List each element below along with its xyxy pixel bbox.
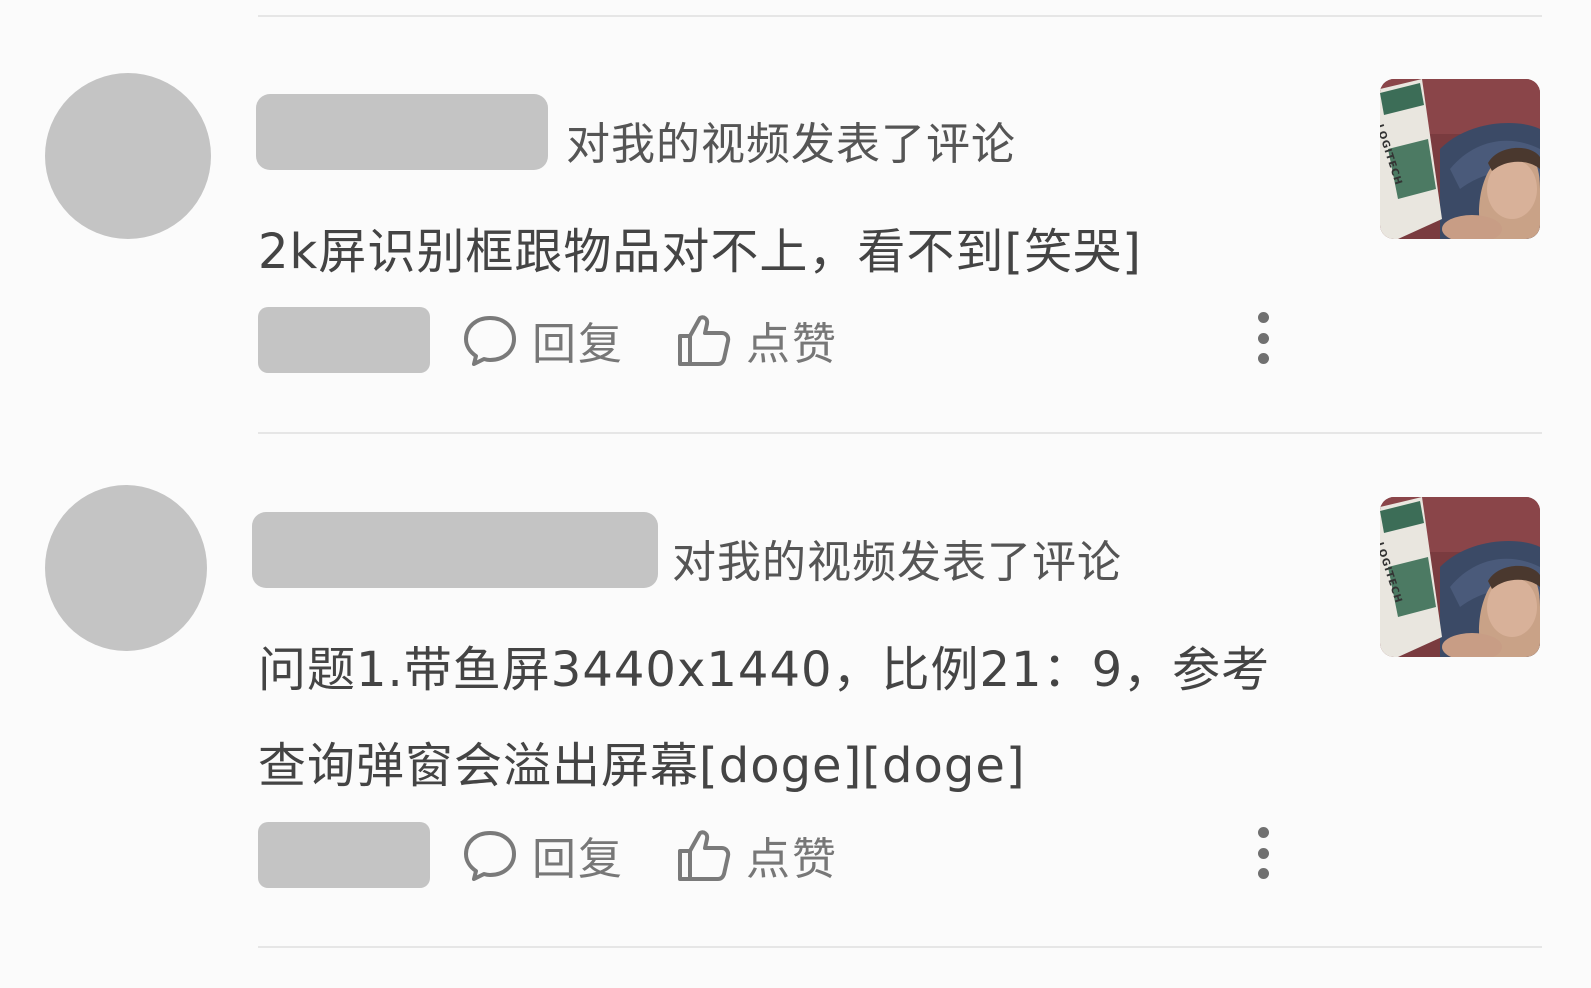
- timestamp-redacted: [258, 307, 430, 373]
- notification-item-1[interactable]: 对我的视频发表了评论 2k屏识别框跟物品对不上，看不到[笑哭] 回复 点赞 LO…: [0, 0, 1591, 440]
- comment-bubble-icon: [462, 827, 518, 883]
- like-button[interactable]: 点赞: [676, 823, 838, 887]
- username-redacted[interactable]: [256, 94, 548, 170]
- reply-button[interactable]: 回复: [462, 308, 624, 372]
- notification-item-2[interactable]: 对我的视频发表了评论 问题1.带鱼屏3440x1440，比例21：9，参考 查询…: [0, 440, 1591, 950]
- reply-label: 回复: [532, 834, 624, 885]
- username-redacted[interactable]: [252, 512, 658, 588]
- divider-bottom: [258, 946, 1542, 948]
- like-label: 点赞: [746, 834, 838, 885]
- comment-text-line-2: 查询弹窗会溢出屏幕[doge][doge]: [258, 738, 1026, 794]
- action-text: 对我的视频发表了评论: [566, 119, 1016, 170]
- comment-bubble-icon: [462, 312, 518, 368]
- divider-middle: [258, 432, 1542, 434]
- reply-button[interactable]: 回复: [462, 823, 624, 887]
- comment-text: 2k屏识别框跟物品对不上，看不到[笑哭]: [258, 224, 1142, 280]
- like-label: 点赞: [746, 319, 838, 370]
- action-text: 对我的视频发表了评论: [672, 537, 1122, 588]
- timestamp-redacted: [258, 822, 430, 888]
- comment-text-line-1: 问题1.带鱼屏3440x1440，比例21：9，参考: [258, 642, 1271, 698]
- reply-label: 回复: [532, 319, 624, 370]
- video-thumbnail[interactable]: LOGITECH: [1380, 497, 1540, 657]
- video-thumbnail[interactable]: LOGITECH: [1380, 79, 1540, 239]
- more-options-icon[interactable]: [1253, 827, 1273, 879]
- thumbs-up-icon: [676, 827, 732, 883]
- avatar[interactable]: [45, 73, 211, 239]
- like-button[interactable]: 点赞: [676, 308, 838, 372]
- thumbs-up-icon: [676, 312, 732, 368]
- more-options-icon[interactable]: [1253, 312, 1273, 364]
- avatar[interactable]: [45, 485, 207, 651]
